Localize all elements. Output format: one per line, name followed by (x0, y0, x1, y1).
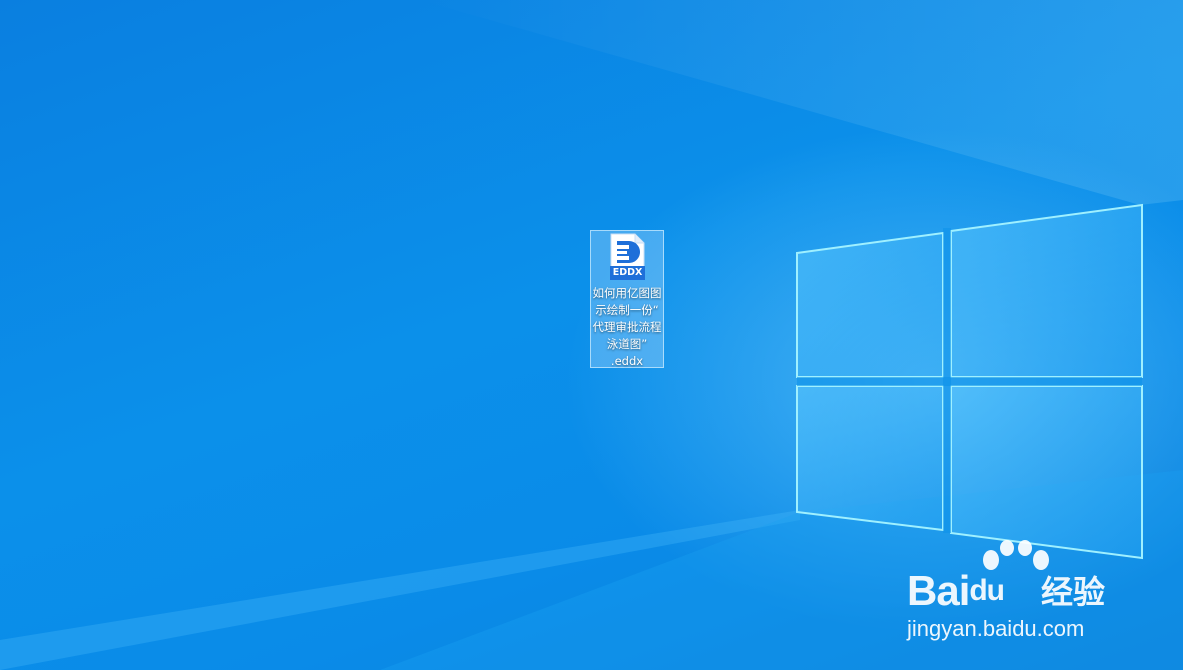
file-name-line: 示绘制一份“ (595, 303, 659, 317)
desktop-file-icon[interactable]: EDDX 如何用亿图图 示绘制一份“ 代理审批流程 泳道图” .eddx (590, 230, 664, 368)
window-pane-bottom-left (796, 385, 944, 532)
file-name-line: .eddx (610, 354, 644, 368)
brand-suffix: du (969, 574, 1005, 607)
brand-prefix: Bai (907, 567, 970, 614)
baidu-brand-text: Baidu (907, 566, 1005, 616)
eddx-file-icon: EDDX (607, 233, 647, 281)
file-name-label: 如何用亿图图 示绘制一份“ 代理审批流程 泳道图” .eddx (591, 285, 663, 370)
window-pane-top-left (796, 231, 944, 378)
file-name-line: 泳道图” (606, 337, 648, 351)
desktop-background[interactable]: EDDX 如何用亿图图 示绘制一份“ 代理审批流程 泳道图” .eddx Bai… (0, 0, 1183, 670)
watermark-url: jingyan.baidu.com (907, 616, 1085, 641)
eddx-badge-text: EDDX (612, 267, 643, 278)
window-pane-bottom-right (950, 385, 1143, 560)
jingyan-text: 经验 (1041, 573, 1106, 611)
file-name-line: 如何用亿图图 (592, 286, 662, 300)
window-pane-top-right (950, 203, 1143, 378)
baidu-jingyan-watermark: Baidu 经验 jingyan.baidu.com (905, 540, 1125, 650)
file-name-line: 代理审批流程 (592, 320, 662, 334)
